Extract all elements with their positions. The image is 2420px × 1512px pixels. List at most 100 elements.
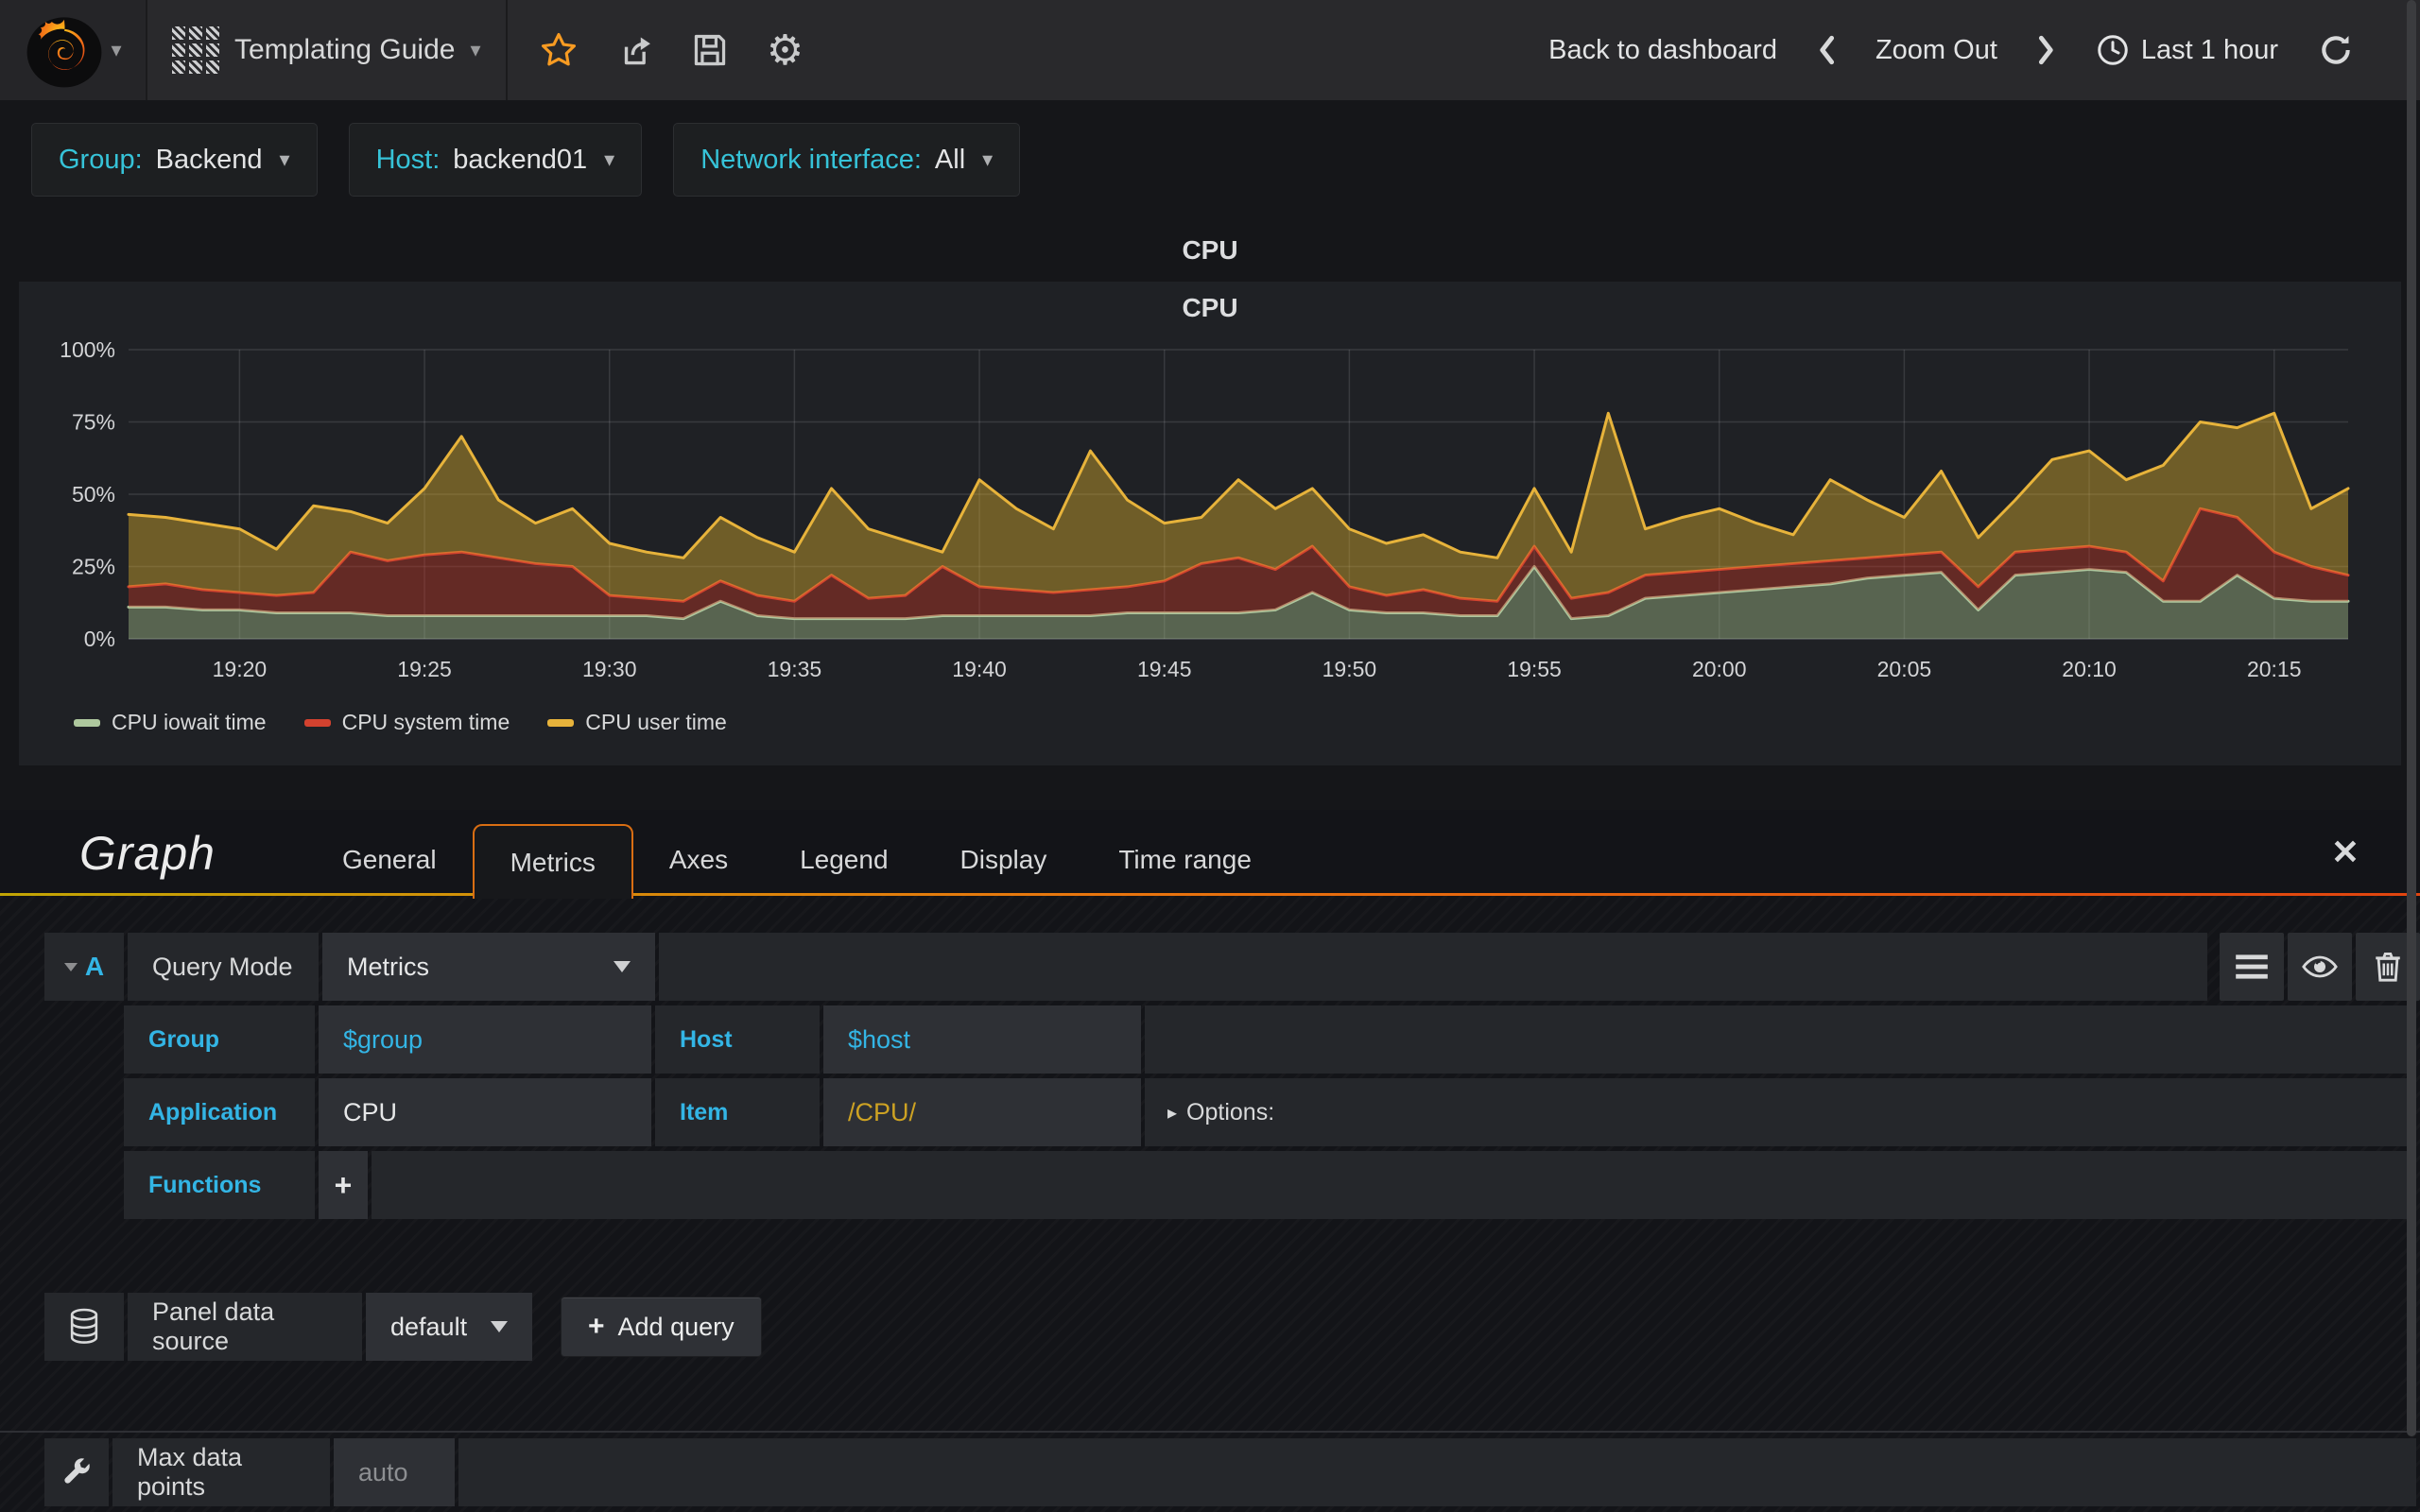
template-variables-row: Group: Backend ▾ Host: backend01 ▾ Netwo…: [0, 100, 2420, 197]
back-to-dashboard-button[interactable]: Back to dashboard: [1531, 35, 1794, 66]
svg-text:19:55: 19:55: [1507, 657, 1562, 681]
time-shift-left-button[interactable]: [1802, 0, 1851, 100]
row-filler: [372, 1151, 2416, 1219]
options-toggle[interactable]: ▸ Options:: [1145, 1078, 2416, 1146]
panel-editor-body: A Query Mode Metrics Group $group Host $…: [0, 896, 2420, 1512]
grafana-logo-icon: [27, 17, 102, 88]
settings-button[interactable]: ⚙: [748, 0, 823, 100]
save-icon: [694, 34, 725, 66]
legend-item-iowait[interactable]: CPU iowait time: [74, 710, 267, 735]
host-input[interactable]: $host: [823, 1005, 1141, 1074]
editor-accent-underline: [0, 893, 2420, 896]
datasource-row: Panel data source default + Add query: [0, 1293, 2420, 1361]
variable-dropdown-group[interactable]: Group: Backend ▾: [31, 123, 318, 197]
time-shift-right-button[interactable]: [2022, 0, 2071, 100]
close-editor-button[interactable]: ✕: [2331, 833, 2360, 872]
tab-time-range[interactable]: Time range: [1082, 824, 1288, 896]
svg-text:19:40: 19:40: [952, 657, 1007, 681]
row-filler: [458, 1438, 2416, 1506]
navbar: ▾ Templating Guide ▾ ⚙ Back to dashboard…: [0, 0, 2420, 100]
chevron-down-icon: ▾: [982, 147, 994, 171]
logo-dropdown-caret-icon: ▾: [111, 38, 122, 61]
svg-text:19:30: 19:30: [582, 657, 637, 681]
navbar-actions: ⚙: [508, 0, 837, 100]
tab-general[interactable]: General: [306, 824, 473, 896]
svg-text:25%: 25%: [72, 555, 115, 579]
zoom-out-button[interactable]: Zoom Out: [1858, 35, 2014, 66]
row-filler: [659, 933, 2207, 1001]
datasource-select[interactable]: default: [366, 1293, 532, 1361]
dashboard-title-caret-icon: ▾: [470, 38, 481, 61]
editor-tabs: General Metrics Axes Legend Display Time…: [306, 810, 1288, 899]
plus-icon: +: [588, 1311, 605, 1342]
graph-canvas[interactable]: 0% 25% 50% 75% 100% 19:20 19:25 19:30 19:35 19:40…: [19, 335, 2401, 700]
svg-text:19:25: 19:25: [397, 657, 452, 681]
trash-icon: [2376, 952, 2400, 982]
dashboard-title-menu[interactable]: Templating Guide ▾: [147, 0, 508, 100]
tab-metrics[interactable]: Metrics: [472, 824, 633, 899]
application-label: Application: [124, 1078, 315, 1146]
query-mode-select[interactable]: Metrics: [322, 933, 655, 1001]
panel-title[interactable]: CPU: [19, 282, 2401, 335]
max-data-points-input[interactable]: auto: [334, 1438, 455, 1506]
dashboard-title: Templating Guide: [234, 34, 456, 65]
variable-value: Backend: [155, 144, 263, 175]
star-icon: [541, 32, 576, 66]
variable-label: Network interface:: [700, 144, 922, 175]
item-label: Item: [655, 1078, 820, 1146]
application-input[interactable]: CPU: [319, 1078, 651, 1146]
query-functions-row: Functions +: [0, 1151, 2420, 1219]
svg-text:0%: 0%: [84, 627, 115, 651]
grafana-logo-menu[interactable]: ▾: [0, 0, 147, 100]
group-input[interactable]: $group: [319, 1005, 651, 1074]
svg-text:19:20: 19:20: [213, 657, 268, 681]
query-application-item-row: Application CPU Item /CPU/ ▸ Options:: [0, 1078, 2420, 1146]
query-collapse-toggle[interactable]: A: [44, 933, 124, 1001]
chevron-down-icon: ▾: [279, 147, 290, 171]
save-button[interactable]: [672, 0, 748, 100]
tab-axes[interactable]: Axes: [633, 824, 764, 896]
query-group-host-row: Group $group Host $host: [0, 1005, 2420, 1074]
datasource-icon-cell: [44, 1293, 124, 1361]
tab-legend[interactable]: Legend: [764, 824, 924, 896]
host-label: Host: [655, 1005, 820, 1074]
svg-text:100%: 100%: [60, 337, 115, 362]
svg-text:20:00: 20:00: [1692, 657, 1747, 681]
variable-dropdown-host[interactable]: Host: backend01 ▾: [348, 123, 643, 197]
dashboard-grid-icon: [172, 26, 219, 74]
panel-editor-header: Graph General Metrics Axes Legend Displa…: [0, 810, 2420, 899]
row-filler: [1145, 1005, 2416, 1074]
add-query-button[interactable]: + Add query: [561, 1297, 762, 1357]
gear-icon: ⚙: [766, 26, 804, 74]
svg-text:19:45: 19:45: [1137, 657, 1192, 681]
item-input[interactable]: /CPU/: [823, 1078, 1141, 1146]
legend-item-user[interactable]: CPU user time: [547, 710, 727, 735]
time-picker-button[interactable]: Last 1 hour: [2079, 33, 2295, 67]
functions-label: Functions: [124, 1151, 315, 1219]
group-label: Group: [124, 1005, 315, 1074]
add-function-button[interactable]: +: [319, 1151, 368, 1219]
chevron-down-icon: ▾: [604, 147, 615, 171]
tab-display[interactable]: Display: [925, 824, 1083, 896]
variable-label: Host:: [375, 144, 441, 175]
time-range-label: Last 1 hour: [2140, 34, 2278, 65]
star-button[interactable]: [521, 0, 596, 100]
wrench-icon: [64, 1458, 90, 1484]
legend-swatch-icon: [547, 718, 575, 727]
database-icon: [70, 1308, 98, 1344]
datasource-label: Panel data source: [128, 1293, 362, 1361]
share-button[interactable]: [596, 0, 672, 100]
svg-text:20:15: 20:15: [2247, 657, 2302, 681]
dashboard-row-title[interactable]: CPU: [0, 219, 2420, 282]
query-menu-button[interactable]: [2220, 933, 2284, 1001]
eye-icon: [2302, 955, 2338, 978]
legend-item-system[interactable]: CPU system time: [303, 710, 510, 735]
legend-swatch-icon: [303, 718, 331, 727]
query-toggle-visibility-button[interactable]: [2288, 933, 2352, 1001]
page-scrollbar[interactable]: [2407, 0, 2416, 1436]
settings-icon-cell: [44, 1438, 109, 1506]
variable-label: Group:: [59, 144, 143, 175]
svg-text:50%: 50%: [72, 482, 115, 507]
refresh-button[interactable]: [2303, 0, 2369, 100]
variable-dropdown-network-interface[interactable]: Network interface: All ▾: [673, 123, 1021, 197]
